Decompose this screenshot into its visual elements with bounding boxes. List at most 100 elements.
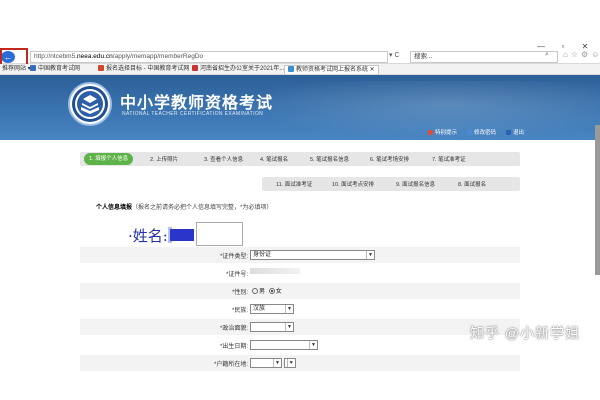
gender-label: *性别: (231, 290, 248, 296)
change-password-label: 修改密码 (474, 130, 497, 136)
chevron-down-icon: ▼ (273, 359, 281, 367)
ethnicity-value: 汉族 (253, 306, 266, 312)
household-row: *户籍所在地: ▼ ▼ (80, 355, 520, 371)
chevron-down-icon: ▼ (285, 323, 293, 331)
id-type-label: *证件类型: (219, 254, 248, 260)
home-icon[interactable]: ⌂ (563, 50, 568, 59)
header-links: 特别提示 修改密码 退出 (428, 128, 524, 136)
site-subtitle: NATIONAL TEACHER CERTIFICATION EXAMINATI… (122, 111, 264, 117)
political-value-wrap: ▼ (250, 322, 294, 332)
refresh-button[interactable]: ▾ C (389, 51, 400, 59)
tab-2[interactable]: 报名选择目标 - 中国教育考试网 (98, 65, 189, 74)
address-host: neea.edu.cn (77, 53, 113, 60)
change-password-link[interactable]: 修改密码 (467, 128, 496, 136)
tab-3[interactable]: 河南省招生办公室关于2021年... (192, 65, 284, 74)
tab-favicon-icon (30, 65, 36, 71)
ethnicity-row: *民族: 汉族 ▼ (80, 301, 520, 317)
section-title-text: 个人信息填报 (96, 205, 133, 211)
political-label: *政治面貌: (219, 326, 248, 332)
household-province-select[interactable]: ▼ (250, 358, 282, 368)
special-notice-link[interactable]: 特别提示 (428, 128, 457, 136)
toolbar-icons: ⌂ ☆ ⚙ ☺ (563, 50, 599, 59)
chevron-down-icon: ▼ (366, 251, 374, 259)
logout-label: 退出 (513, 130, 525, 136)
logout-link[interactable]: 退出 (506, 128, 524, 136)
address-path: /apply/memapp/memberRegDo (112, 53, 204, 60)
gender-male-radio[interactable] (252, 288, 258, 294)
id-number-input[interactable] (250, 268, 300, 274)
birthdate-input[interactable]: ▼ (250, 340, 318, 350)
tab-bar: 推荐网站 ▾ 中国教育考试网 报名选择目标 - 中国教育考试网 河南省招生办公室… (0, 64, 600, 75)
step-10[interactable]: 10. 面试考点安排 (332, 180, 374, 188)
birthdate-value-wrap: ▼ (250, 340, 318, 350)
site-title: 中小学教师资格考试 (120, 93, 274, 112)
watermark: 知乎 @小新学姐 (470, 325, 581, 341)
lock-icon (467, 130, 473, 135)
window-chrome (0, 0, 600, 50)
banner-glow (220, 81, 600, 140)
redaction-mark (170, 229, 194, 241)
section-note: （报名之前请务必把个人信息填写完整，*为必填项） (132, 205, 273, 211)
gender-options: 男 女 (250, 286, 282, 295)
id-number-value-wrap (250, 268, 300, 275)
special-notice-label: 特别提示 (435, 130, 458, 136)
household-value-wrap: ▼ ▼ (250, 358, 296, 368)
step-4[interactable]: 4. 笔试报名 (260, 155, 288, 163)
steps-bar-1: 1. 填报个人信息 2. 上传照片 3. 查看个人信息 4. 笔试报名 5. 笔… (80, 152, 520, 166)
household-label: *户籍所在地: (213, 362, 248, 368)
site-logo (68, 82, 112, 126)
step-9[interactable]: 9. 面试报名信息 (396, 180, 435, 188)
political-select[interactable]: ▼ (250, 322, 294, 332)
search-icon[interactable]: ⌕ (545, 51, 549, 59)
name-input[interactable] (196, 222, 243, 246)
id-type-value-wrap: 身份证 ▼ (250, 250, 375, 260)
name-caption: ·姓名: (128, 227, 168, 245)
step-1[interactable]: 1. 填报个人信息 (84, 153, 134, 165)
birthdate-label: *出生日期: (219, 344, 248, 350)
tab-1-label: 中国教育考试网 (38, 66, 81, 72)
tab-favicon-icon (192, 65, 198, 71)
page-margin-left (0, 140, 62, 400)
ethnicity-label: *民族: (231, 308, 248, 314)
favorites-icon[interactable]: ☆ (571, 50, 578, 59)
id-type-select[interactable]: 身份证 ▼ (250, 250, 375, 260)
gender-male-label: 男 (259, 289, 266, 295)
notice-icon (428, 130, 433, 135)
step-5[interactable]: 5. 笔试报名信息 (310, 155, 349, 163)
id-type-value: 身份证 (253, 252, 272, 258)
address-bar[interactable]: http://ntcebm5.neea.edu.cn/apply/memapp/… (30, 51, 388, 63)
scrollbar[interactable] (595, 125, 600, 275)
address-prefix: http://ntcebm5. (34, 53, 77, 60)
gender-female-radio[interactable] (268, 288, 275, 294)
tab-4[interactable]: 教师资格考试网上报名系统 ✕ (284, 65, 379, 74)
gender-female-label: 女 (275, 289, 282, 295)
tab-1[interactable]: 中国教育考试网 (30, 65, 80, 74)
step-7[interactable]: 7. 笔试准考证 (432, 155, 466, 163)
id-number-row: *证件号: (80, 265, 520, 281)
logout-icon (506, 130, 512, 135)
book-logo-icon (72, 86, 108, 122)
step-11[interactable]: 11. 面试准考证 (276, 180, 312, 188)
chevron-down-icon: ▼ (285, 305, 293, 313)
gender-row: *性别: 男 女 (80, 283, 520, 299)
step-3[interactable]: 3. 查看个人信息 (204, 155, 243, 163)
section-title: 个人信息填报（报名之前请务必把个人信息填写完整，*为必填项） (96, 202, 272, 211)
tab-4-label: 教师资格考试网上报名系统 (296, 67, 369, 73)
step-6[interactable]: 6. 笔试考场安排 (370, 155, 409, 163)
favorites-menu[interactable]: 推荐网站 ▾ (2, 65, 31, 74)
feedback-icon[interactable]: ☺ (591, 50, 599, 59)
household-city-select[interactable]: ▼ (283, 358, 296, 368)
steps-bar-2: 11. 面试准考证 10. 面试考点安排 9. 面试报名信息 8. 面试报名 (262, 177, 520, 191)
page-margin-right (535, 140, 600, 400)
tab-favicon-icon (98, 65, 104, 71)
ethnicity-value-wrap: 汉族 ▼ (250, 304, 294, 314)
id-type-row: *证件类型: 身份证 ▼ (80, 247, 520, 263)
search-input[interactable]: 搜索... (410, 51, 558, 63)
tab-2-label: 报名选择目标 - 中国教育考试网 (106, 66, 190, 72)
settings-icon[interactable]: ⚙ (581, 50, 588, 59)
tab-favicon-icon (288, 66, 294, 72)
ethnicity-select[interactable]: 汉族 ▼ (250, 304, 294, 314)
step-2[interactable]: 2. 上传照片 (150, 155, 178, 163)
step-8[interactable]: 8. 面试报名 (458, 180, 486, 188)
id-number-label: *证件号: (225, 272, 248, 278)
